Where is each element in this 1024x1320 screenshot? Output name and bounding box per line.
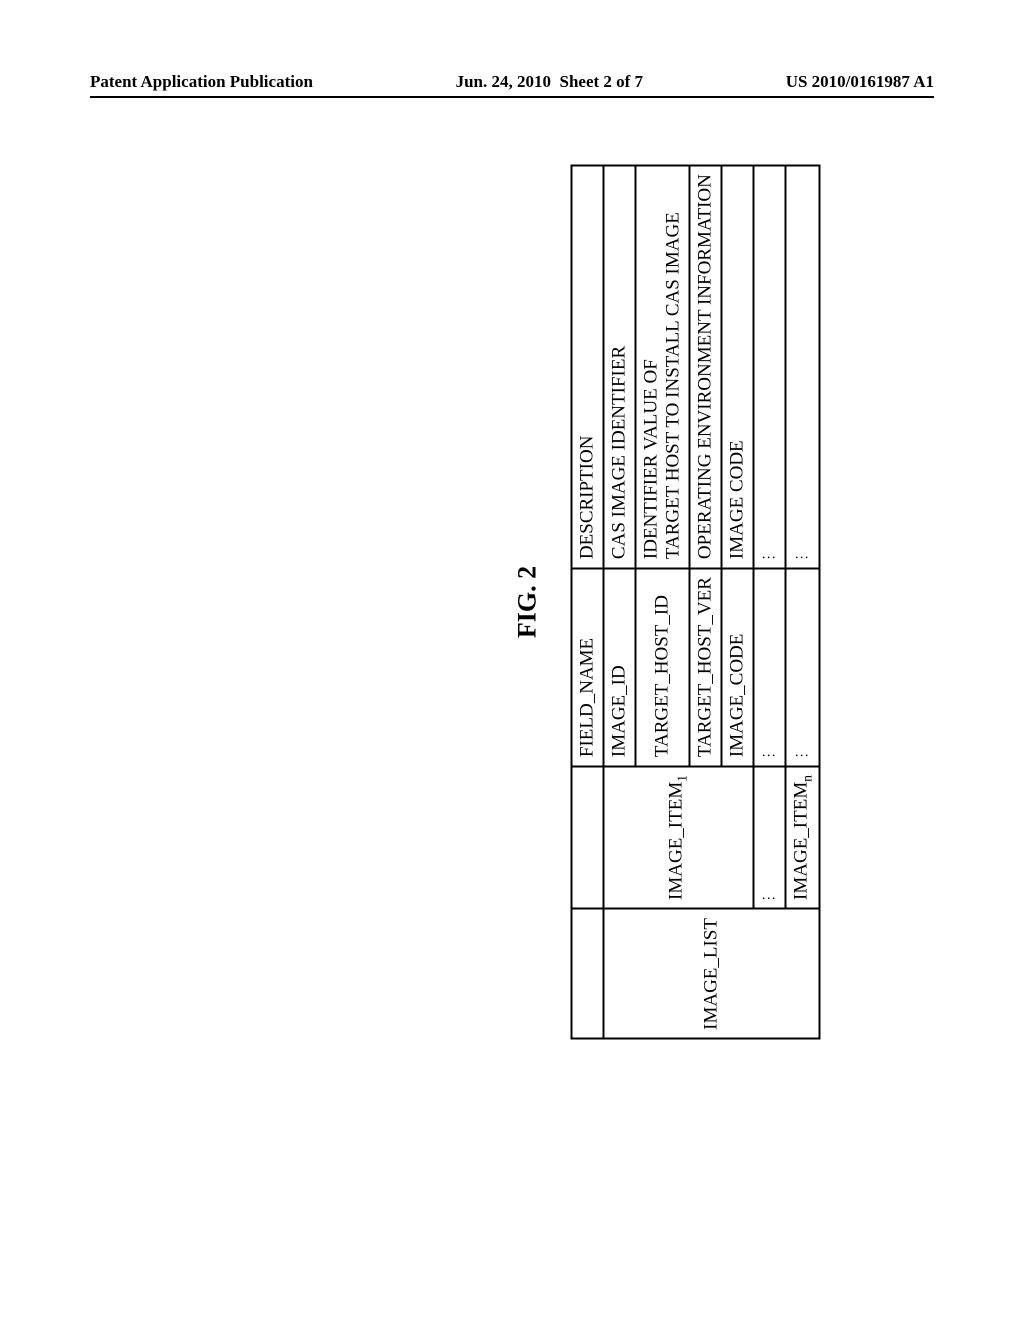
table-header-row: FIELD_NAME DESCRIPTION xyxy=(572,165,604,1039)
image-item-1-cell: IMAGE_ITEM1 xyxy=(604,766,754,909)
header-cell-field: FIELD_NAME xyxy=(572,568,604,766)
image-list-cell: IMAGE_LIST xyxy=(604,909,820,1039)
desc-cell: CAS IMAGE IDENTIFIER xyxy=(604,165,636,568)
header-cell-desc: DESCRIPTION xyxy=(572,165,604,568)
header-cell-blank2 xyxy=(572,766,604,909)
ellipsis-cell: ... xyxy=(753,165,785,568)
ellipsis-cell: ... xyxy=(753,766,785,909)
header-center: Jun. 24, 2010 Sheet 2 of 7 xyxy=(456,72,644,92)
header-right: US 2010/0161987 A1 xyxy=(786,72,934,92)
header-rule xyxy=(90,96,934,98)
table-row: IMAGE_ITEMn ... ... xyxy=(785,165,820,1039)
data-structure-table: FIELD_NAME DESCRIPTION IMAGE_LIST IMAGE_… xyxy=(571,164,821,1040)
table-row-ellipsis: ... ... ... xyxy=(753,165,785,1039)
page-header: Patent Application Publication Jun. 24, … xyxy=(0,72,1024,92)
ellipsis-cell: ... xyxy=(785,165,820,568)
image-item-n-cell: IMAGE_ITEMn xyxy=(785,766,820,909)
field-cell: TARGET_HOST_VER xyxy=(689,568,721,766)
field-cell: IMAGE_ID xyxy=(604,568,636,766)
desc-cell: IMAGE CODE xyxy=(721,165,753,568)
desc-cell: OPERATING ENVIRONMENT INFORMATION xyxy=(689,165,721,568)
header-cell-blank1 xyxy=(572,909,604,1039)
ellipsis-cell: ... xyxy=(785,568,820,766)
figure-label: FIG. 2 xyxy=(513,160,543,1045)
ellipsis-cell: ... xyxy=(753,568,785,766)
field-cell: IMAGE_CODE xyxy=(721,568,753,766)
table-row: IMAGE_LIST IMAGE_ITEM1 IMAGE_ID CAS IMAG… xyxy=(604,165,636,1039)
header-left: Patent Application Publication xyxy=(90,72,313,92)
field-cell: TARGET_HOST_ID xyxy=(636,568,690,766)
desc-cell: IDENTIFIER VALUE OF TARGET HOST TO INSTA… xyxy=(636,165,690,568)
figure-content: FIG. 2 FIELD_NAME DESCRIPTION IMAGE_LIST… xyxy=(170,160,854,1045)
